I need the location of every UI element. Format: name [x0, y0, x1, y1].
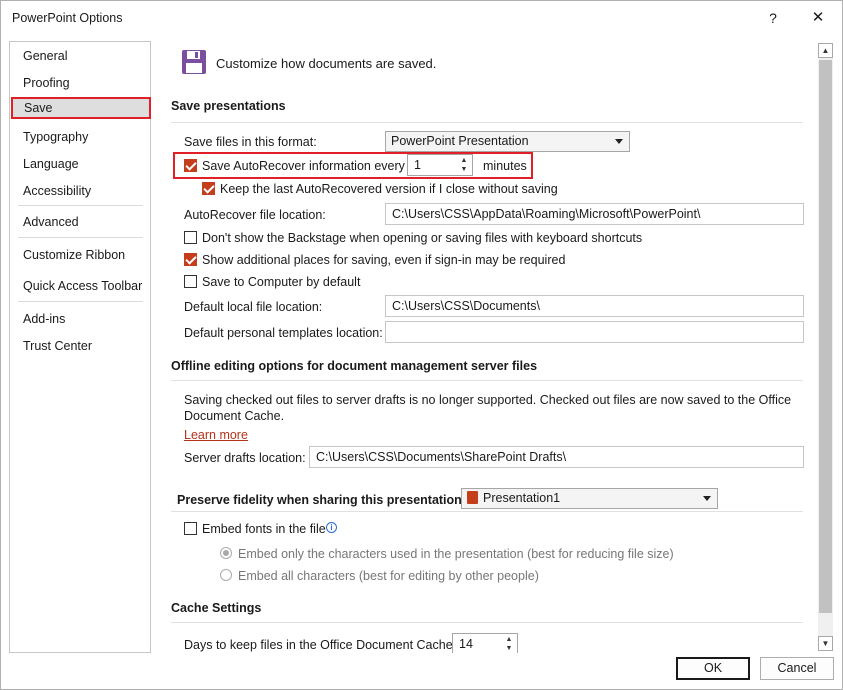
save-format-label: Save files in this format:: [184, 135, 317, 149]
chevron-down-icon: [615, 139, 623, 144]
section-heading-save-presentations: Save presentations: [171, 99, 286, 113]
autorecover-checkbox[interactable]: [184, 159, 197, 172]
powerpoint-file-icon: [467, 491, 478, 504]
sidebar-divider: [18, 301, 143, 302]
show-additional-places-label: Show additional places for saving, even …: [202, 253, 566, 267]
dont-show-backstage-checkbox[interactable]: [184, 231, 197, 244]
embed-only-label: Embed only the characters used in the pr…: [238, 547, 674, 561]
sidebar-item-advanced[interactable]: Advanced: [10, 211, 150, 233]
keep-last-autorecovered-label: Keep the last AutoRecovered version if I…: [220, 182, 558, 196]
autorecover-minutes-value: 1: [414, 158, 421, 172]
section-divider: [171, 622, 803, 623]
spin-up-icon[interactable]: ▲: [503, 635, 515, 644]
title-bar: PowerPoint Options ? ✕: [1, 1, 842, 35]
embed-fonts-checkbox[interactable]: [184, 522, 197, 535]
window-title: PowerPoint Options: [12, 11, 123, 25]
embed-only-radio[interactable]: [220, 547, 232, 559]
server-drafts-field[interactable]: C:\Users\CSS\Documents\SharePoint Drafts…: [309, 446, 804, 468]
default-local-label: Default local file location:: [184, 300, 323, 314]
autorecover-label: Save AutoRecover information every: [202, 159, 405, 173]
close-button[interactable]: ✕: [807, 8, 829, 28]
ok-button[interactable]: OK: [676, 657, 750, 680]
sidebar-item-trust-center[interactable]: Trust Center: [10, 335, 150, 357]
default-templates-field[interactable]: [385, 321, 804, 343]
cache-days-stepper[interactable]: 14 ▲ ▼: [452, 633, 518, 653]
autorecover-location-field[interactable]: C:\Users\CSS\AppData\Roaming\Microsoft\P…: [385, 203, 804, 225]
offline-description-line1: Saving checked out files to server draft…: [184, 393, 792, 407]
presentation-select[interactable]: Presentation1: [461, 488, 718, 509]
sidebar-item-general[interactable]: General: [10, 45, 150, 67]
section-divider: [171, 122, 803, 123]
section-heading-fidelity: Preserve fidelity when sharing this pres…: [177, 493, 466, 507]
autorecover-minutes-stepper[interactable]: 1 ▲ ▼: [407, 154, 473, 176]
info-icon[interactable]: i: [326, 522, 337, 533]
spin-down-icon[interactable]: ▼: [503, 644, 515, 653]
sidebar-item-typography[interactable]: Typography: [10, 126, 150, 148]
server-drafts-label: Server drafts location:: [184, 451, 306, 465]
section-divider: [171, 511, 803, 512]
presentation-value: Presentation1: [483, 491, 561, 505]
save-icon: [181, 49, 207, 78]
spin-down-icon[interactable]: ▼: [458, 165, 470, 174]
save-settings-panel: Customize how documents are saved. Save …: [151, 41, 818, 653]
cache-days-value: 14: [459, 637, 473, 651]
scrollbar-thumb[interactable]: [819, 60, 832, 613]
save-to-computer-label: Save to Computer by default: [202, 275, 361, 289]
save-format-value: PowerPoint Presentation: [391, 134, 529, 148]
powerpoint-options-dialog: PowerPoint Options ? ✕ General Proofing …: [0, 0, 843, 690]
sidebar-item-add-ins[interactable]: Add-ins: [10, 308, 150, 330]
vertical-scrollbar[interactable]: ▲ ▼: [818, 43, 833, 651]
sidebar-item-quick-access-toolbar[interactable]: Quick Access Toolbar: [10, 275, 150, 297]
default-templates-label: Default personal templates location:: [184, 326, 383, 340]
sidebar-item-accessibility[interactable]: Accessibility: [10, 180, 150, 202]
chevron-down-icon: [703, 496, 711, 501]
scroll-down-icon[interactable]: ▼: [818, 636, 833, 651]
save-format-select[interactable]: PowerPoint Presentation: [385, 131, 630, 152]
sidebar-item-language[interactable]: Language: [10, 153, 150, 175]
offline-description-line2: Document Cache.: [184, 409, 285, 423]
scroll-up-icon[interactable]: ▲: [818, 43, 833, 58]
sidebar-divider: [18, 205, 143, 206]
embed-fonts-label: Embed fonts in the file: [202, 522, 326, 536]
embed-all-radio[interactable]: [220, 569, 232, 581]
autorecover-location-label: AutoRecover file location:: [184, 208, 326, 222]
default-local-field[interactable]: C:\Users\CSS\Documents\: [385, 295, 804, 317]
sidebar-item-customize-ribbon[interactable]: Customize Ribbon: [10, 244, 150, 266]
page-title: Customize how documents are saved.: [216, 56, 437, 71]
sidebar-item-save[interactable]: Save: [11, 97, 151, 119]
keep-last-autorecovered-checkbox[interactable]: [202, 182, 215, 195]
dont-show-backstage-label: Don't show the Backstage when opening or…: [202, 231, 643, 245]
embed-all-label: Embed all characters (best for editing b…: [238, 569, 539, 583]
save-to-computer-checkbox[interactable]: [184, 275, 197, 288]
sidebar: General Proofing Save Typography Languag…: [9, 41, 151, 653]
section-heading-cache: Cache Settings: [171, 601, 262, 615]
cache-days-label: Days to keep files in the Office Documen…: [184, 638, 457, 652]
sidebar-divider: [18, 237, 143, 238]
help-button[interactable]: ?: [764, 8, 782, 28]
autorecover-unit: minutes: [483, 159, 527, 173]
section-heading-offline: Offline editing options for document man…: [171, 359, 538, 373]
show-additional-places-checkbox[interactable]: [184, 253, 197, 266]
cancel-button[interactable]: Cancel: [760, 657, 834, 680]
learn-more-link[interactable]: Learn more: [184, 428, 248, 442]
section-divider: [171, 380, 803, 381]
spin-up-icon[interactable]: ▲: [458, 156, 470, 165]
sidebar-item-proofing[interactable]: Proofing: [10, 72, 150, 94]
